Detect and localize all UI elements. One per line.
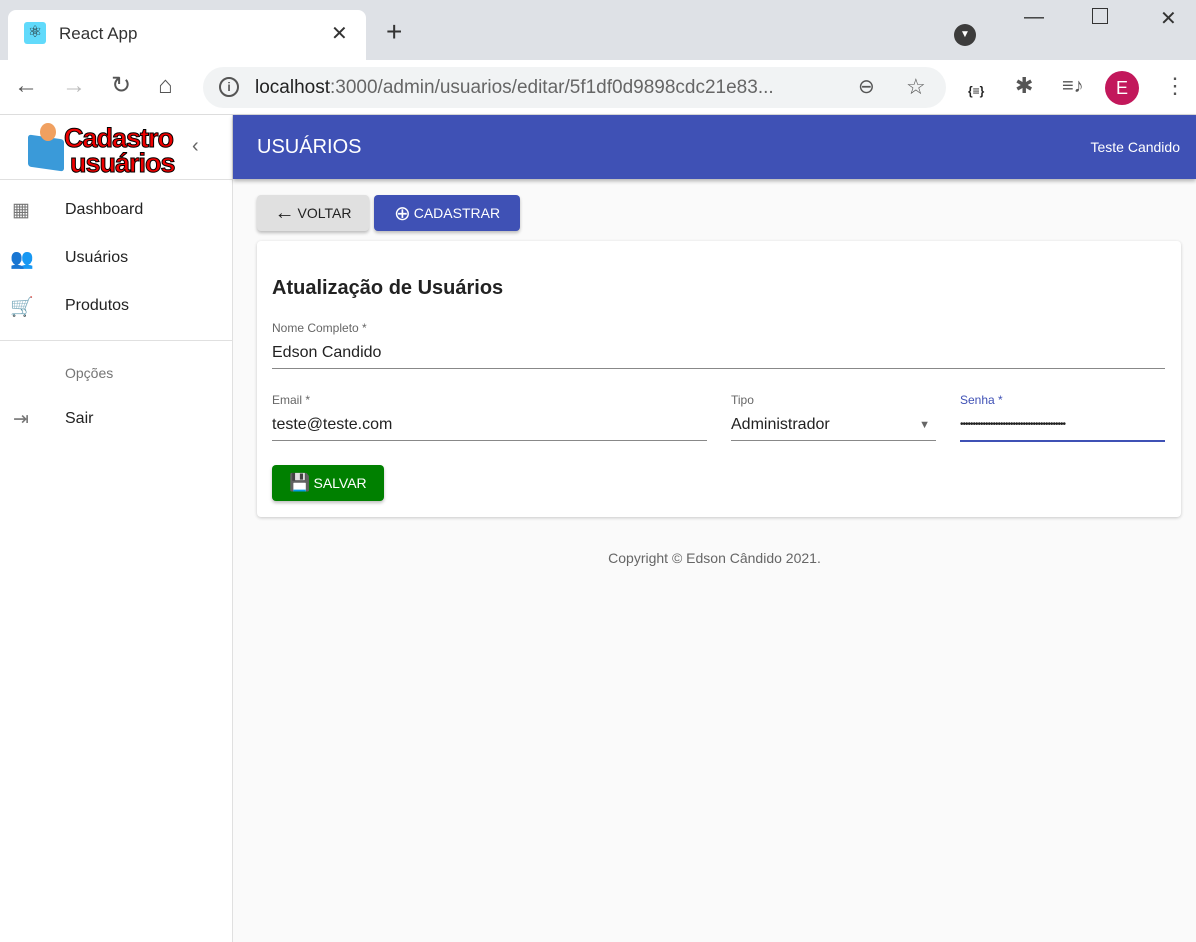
url-host: localhost — [255, 77, 330, 98]
logo: Cadastro usuários — [26, 121, 176, 177]
react-icon: ⚛ — [24, 22, 46, 44]
back-label: VOLTAR — [297, 205, 352, 221]
user-name: Teste Candido — [1090, 139, 1180, 155]
tab-title: React App — [59, 24, 138, 43]
password-label: Senha * — [960, 393, 1003, 407]
back-button[interactable]: ← VOLTAR — [257, 195, 369, 231]
save-label: SALVAR — [313, 475, 367, 491]
type-value[interactable]: Administrador — [731, 416, 936, 434]
maximize-icon[interactable] — [1092, 8, 1108, 24]
reload-icon[interactable]: ↻ — [111, 73, 131, 99]
address-bar[interactable]: i localhost:3000/admin/usuarios/editar/5… — [203, 67, 946, 108]
chevron-left-icon[interactable]: ‹ — [192, 135, 199, 158]
sidebar-item-sair[interactable]: ⇥ Sair — [0, 396, 232, 444]
type-label: Tipo — [731, 393, 754, 407]
sidebar-item-usuarios[interactable]: 👥 Usuários — [0, 235, 232, 283]
sidebar-item-label: Sair — [65, 410, 94, 427]
sidebar-item-label: Dashboard — [65, 201, 144, 218]
home-icon[interactable]: ⌂ — [158, 73, 173, 99]
close-tab-icon[interactable]: ✕ — [331, 21, 348, 46]
save-button[interactable]: 💾 SALVAR — [272, 465, 384, 501]
create-label: CADASTRAR — [413, 205, 501, 221]
page-title: USUÁRIOS — [257, 136, 362, 158]
cart-icon: 🛒 — [10, 297, 34, 318]
close-window-icon[interactable]: ✕ — [1160, 6, 1177, 31]
back-icon[interactable]: ← — [14, 73, 38, 99]
name-label: Nome Completo * — [272, 321, 367, 335]
logo-text-2: usuários — [70, 148, 177, 178]
arrow-left-icon: ← — [274, 201, 295, 224]
add-circle-icon: ⊕ — [393, 202, 411, 225]
sidebar-item-dashboard[interactable]: ▦ Dashboard — [0, 187, 232, 235]
minimize-icon[interactable]: — — [1024, 6, 1044, 29]
copyright: Copyright © Edson Cândido 2021. — [608, 550, 821, 566]
email-input[interactable]: teste@teste.com — [272, 416, 707, 434]
exit-icon: ⇥ — [13, 409, 29, 430]
browser-tab[interactable]: ⚛ React App ✕ — [8, 10, 366, 60]
sidebar-item-label: Produtos — [65, 297, 130, 314]
star-icon[interactable]: ☆ — [906, 74, 926, 100]
section-label: Opções — [65, 365, 114, 381]
form-title: Atualização de Usuários — [272, 277, 504, 299]
dropdown-arrow-icon[interactable]: ▼ — [919, 419, 930, 431]
info-icon[interactable]: i — [219, 77, 239, 97]
url-path: :3000/admin/usuarios/editar/5f1df0d9898c… — [330, 77, 774, 98]
app-bar: USUÁRIOS Teste Candido — [233, 115, 1196, 179]
user-form-card: Atualização de Usuários Nome Completo * … — [257, 241, 1181, 517]
email-label: Email * — [272, 393, 311, 407]
browser-tab-strip: ⚛ React App ✕ + ▼ — ✕ — [0, 0, 1196, 60]
forward-icon[interactable]: → — [62, 73, 86, 99]
browser-toolbar: ← → ↻ ⌂ i localhost:3000/admin/usuarios/… — [0, 60, 1196, 115]
sidebar-item-label: Usuários — [65, 249, 129, 266]
dashboard-icon: ▦ — [12, 200, 30, 221]
name-field[interactable]: Nome Completo * Edson Candido — [272, 321, 1165, 371]
password-field[interactable]: Senha * ••••••••••••••••••••••••••••••••… — [960, 393, 1165, 443]
save-icon: 💾 — [289, 473, 311, 492]
password-input[interactable]: ••••••••••••••••••••••••••••••••••••••••… — [960, 419, 1165, 430]
name-input[interactable]: Edson Candido — [272, 344, 1165, 362]
menu-icon[interactable]: ⋮ — [1164, 73, 1186, 99]
email-field[interactable]: Email * teste@teste.com — [272, 393, 707, 443]
profile-avatar[interactable]: E — [1105, 71, 1139, 105]
sidebar: Cadastro usuários ‹ ▦ Dashboard 👥 Usuários… — [0, 115, 233, 942]
zoom-icon[interactable]: ⊖ — [858, 74, 875, 100]
new-tab-icon[interactable]: + — [386, 18, 402, 46]
people-icon: 👥 — [10, 249, 34, 270]
media-icon[interactable]: ≡♪ — [1062, 73, 1084, 99]
extensions-icon[interactable]: ✱ — [1015, 73, 1033, 99]
json-extension-icon[interactable]: {≡} — [968, 78, 984, 104]
type-select[interactable]: Tipo Administrador ▼ — [731, 393, 936, 443]
create-button[interactable]: ⊕ CADASTRAR — [374, 195, 520, 231]
tab-search-icon[interactable]: ▼ — [954, 24, 976, 46]
person-icon — [40, 123, 56, 141]
sidebar-item-produtos[interactable]: 🛒 Produtos — [0, 283, 232, 331]
